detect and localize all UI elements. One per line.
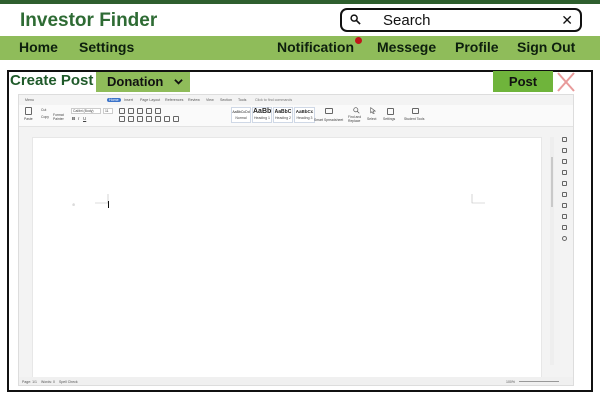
clear-search-icon[interactable]: ✕ <box>561 12 573 29</box>
nav-home[interactable]: Home <box>19 39 58 55</box>
align-right-icon[interactable] <box>137 116 143 122</box>
spell-check-toggle[interactable]: Spell Check <box>59 380 78 384</box>
scrollbar-thumb[interactable] <box>551 157 553 207</box>
margin-corner-top-right <box>471 194 485 204</box>
nav-bar: Home Settings Notification Messege Profi… <box>0 36 600 60</box>
zoom-level[interactable]: 100% <box>506 380 515 384</box>
side-edit-icon[interactable] <box>562 137 567 142</box>
student-tools-label: Student Tools <box>404 117 425 121</box>
document-page[interactable]: ⊕ <box>32 137 542 379</box>
page-count: Page: 1/1 <box>22 380 37 384</box>
side-comment-icon[interactable] <box>562 181 567 186</box>
align-center-icon[interactable] <box>128 116 134 122</box>
ribbon-toolbar: Paste Cut Copy Format Painter Calibri (B… <box>19 105 573 127</box>
underline-button[interactable]: U <box>83 116 86 121</box>
style-heading-1-label: Heading 1 <box>254 116 270 120</box>
word-count: Words: 0 <box>41 380 55 384</box>
align-left-icon[interactable] <box>119 116 125 122</box>
student-tools-icon[interactable] <box>412 108 419 114</box>
style-heading-1-sample: AaBb <box>253 108 272 115</box>
paragraph-handle-icon[interactable]: ⊕ <box>72 202 75 207</box>
italic-button[interactable]: I <box>78 116 79 121</box>
category-selected: Donation <box>107 74 164 89</box>
nav-profile[interactable]: Profile <box>455 39 499 55</box>
nav-notification[interactable]: Notification <box>277 39 354 55</box>
tab-insert[interactable]: Insert <box>124 98 133 102</box>
close-icon[interactable] <box>556 71 576 93</box>
side-help-icon[interactable] <box>562 236 567 241</box>
chevron-down-icon <box>174 79 183 85</box>
style-heading-1[interactable]: AaBb Heading 1 <box>252 107 272 123</box>
tab-review[interactable]: Review <box>188 98 200 102</box>
style-heading-3-sample: AaBbCc <box>295 109 314 114</box>
style-normal[interactable]: AaBbCcDd Normal <box>231 107 251 123</box>
tab-section[interactable]: Section <box>220 98 232 102</box>
style-heading-3[interactable]: AaBbCc Heading 3 <box>294 107 315 123</box>
paste-icon[interactable] <box>25 107 32 115</box>
tab-view[interactable]: View <box>206 98 214 102</box>
style-normal-label: Normal <box>235 116 247 120</box>
font-size-select[interactable]: 11 <box>103 108 113 114</box>
tab-tools[interactable]: Tools <box>238 98 246 102</box>
style-normal-sample: AaBbCcDd <box>232 110 250 114</box>
bold-button[interactable]: B <box>72 116 75 121</box>
style-heading-2[interactable]: AaBbC Heading 2 <box>273 107 293 123</box>
bullets-icon[interactable] <box>119 108 125 114</box>
command-search[interactable]: Click to find commands <box>255 98 292 102</box>
text-cursor <box>108 201 109 208</box>
document-editor[interactable]: Menu Home Insert Page Layout References … <box>18 94 574 386</box>
side-copy-icon[interactable] <box>562 159 567 164</box>
tab-home[interactable]: Home <box>107 98 121 102</box>
side-link-icon[interactable] <box>562 203 567 208</box>
side-select-icon[interactable] <box>562 148 567 153</box>
format-painter-button[interactable]: Format Painter <box>53 113 67 121</box>
numbering-icon[interactable] <box>128 108 134 114</box>
nav-messages[interactable]: Messege <box>377 39 436 55</box>
category-dropdown[interactable]: Donation <box>96 72 190 92</box>
tab-menu[interactable]: Menu <box>25 98 34 102</box>
paste-label: Paste <box>24 117 33 121</box>
app-title: Investor Finder <box>20 10 158 31</box>
search-icon <box>350 14 361 25</box>
copy-button[interactable]: Copy <box>41 115 49 119</box>
settings-icon[interactable] <box>387 108 394 115</box>
smart-spreadsheet-label: Smart Spreadsheet <box>314 118 344 122</box>
side-history-icon[interactable] <box>562 214 567 219</box>
post-button[interactable]: Post <box>493 71 553 92</box>
nav-settings[interactable]: Settings <box>79 39 134 55</box>
ribbon-tabs: Menu Home Insert Page Layout References … <box>19 97 573 105</box>
tab-page-layout[interactable]: Page Layout <box>140 98 160 102</box>
nav-sign-out[interactable]: Sign Out <box>517 39 575 55</box>
indent-icon[interactable] <box>137 108 143 114</box>
style-heading-2-sample: AaBbC <box>274 109 292 115</box>
search-input[interactable]: Search <box>383 12 431 29</box>
search-bar[interactable]: Search ✕ <box>340 8 582 32</box>
select-label: Select <box>367 117 377 121</box>
side-share-icon[interactable] <box>562 192 567 197</box>
style-heading-2-label: Heading 2 <box>275 116 291 120</box>
zoom-slider[interactable] <box>519 381 559 382</box>
margin-corner-top-left <box>95 194 109 204</box>
tab-references[interactable]: References <box>165 98 183 102</box>
line-spacing-icon[interactable] <box>155 116 161 122</box>
paragraph-icon[interactable] <box>155 108 161 114</box>
style-heading-3-label: Heading 3 <box>296 116 313 120</box>
sort-icon[interactable] <box>146 108 152 114</box>
side-table-icon[interactable] <box>562 225 567 230</box>
top-border <box>0 0 600 4</box>
borders-icon[interactable] <box>164 116 170 122</box>
shading-icon[interactable] <box>173 116 179 122</box>
smart-spreadsheet-icon[interactable] <box>325 108 333 114</box>
justify-icon[interactable] <box>146 116 152 122</box>
side-lock-icon[interactable] <box>562 170 567 175</box>
notification-badge <box>355 37 362 44</box>
cursor-select-icon[interactable] <box>370 107 376 114</box>
find-replace-icon[interactable] <box>353 107 360 114</box>
status-bar: Page: 1/1 Words: 0 Spell Check 100% <box>19 377 573 385</box>
find-replace-label: Find and Replace <box>348 115 362 123</box>
create-post-title: Create Post <box>10 72 94 89</box>
settings-label: Settings <box>383 117 396 121</box>
font-family-select[interactable]: Calibri (Body) <box>71 108 101 114</box>
cut-button[interactable]: Cut <box>41 108 46 112</box>
